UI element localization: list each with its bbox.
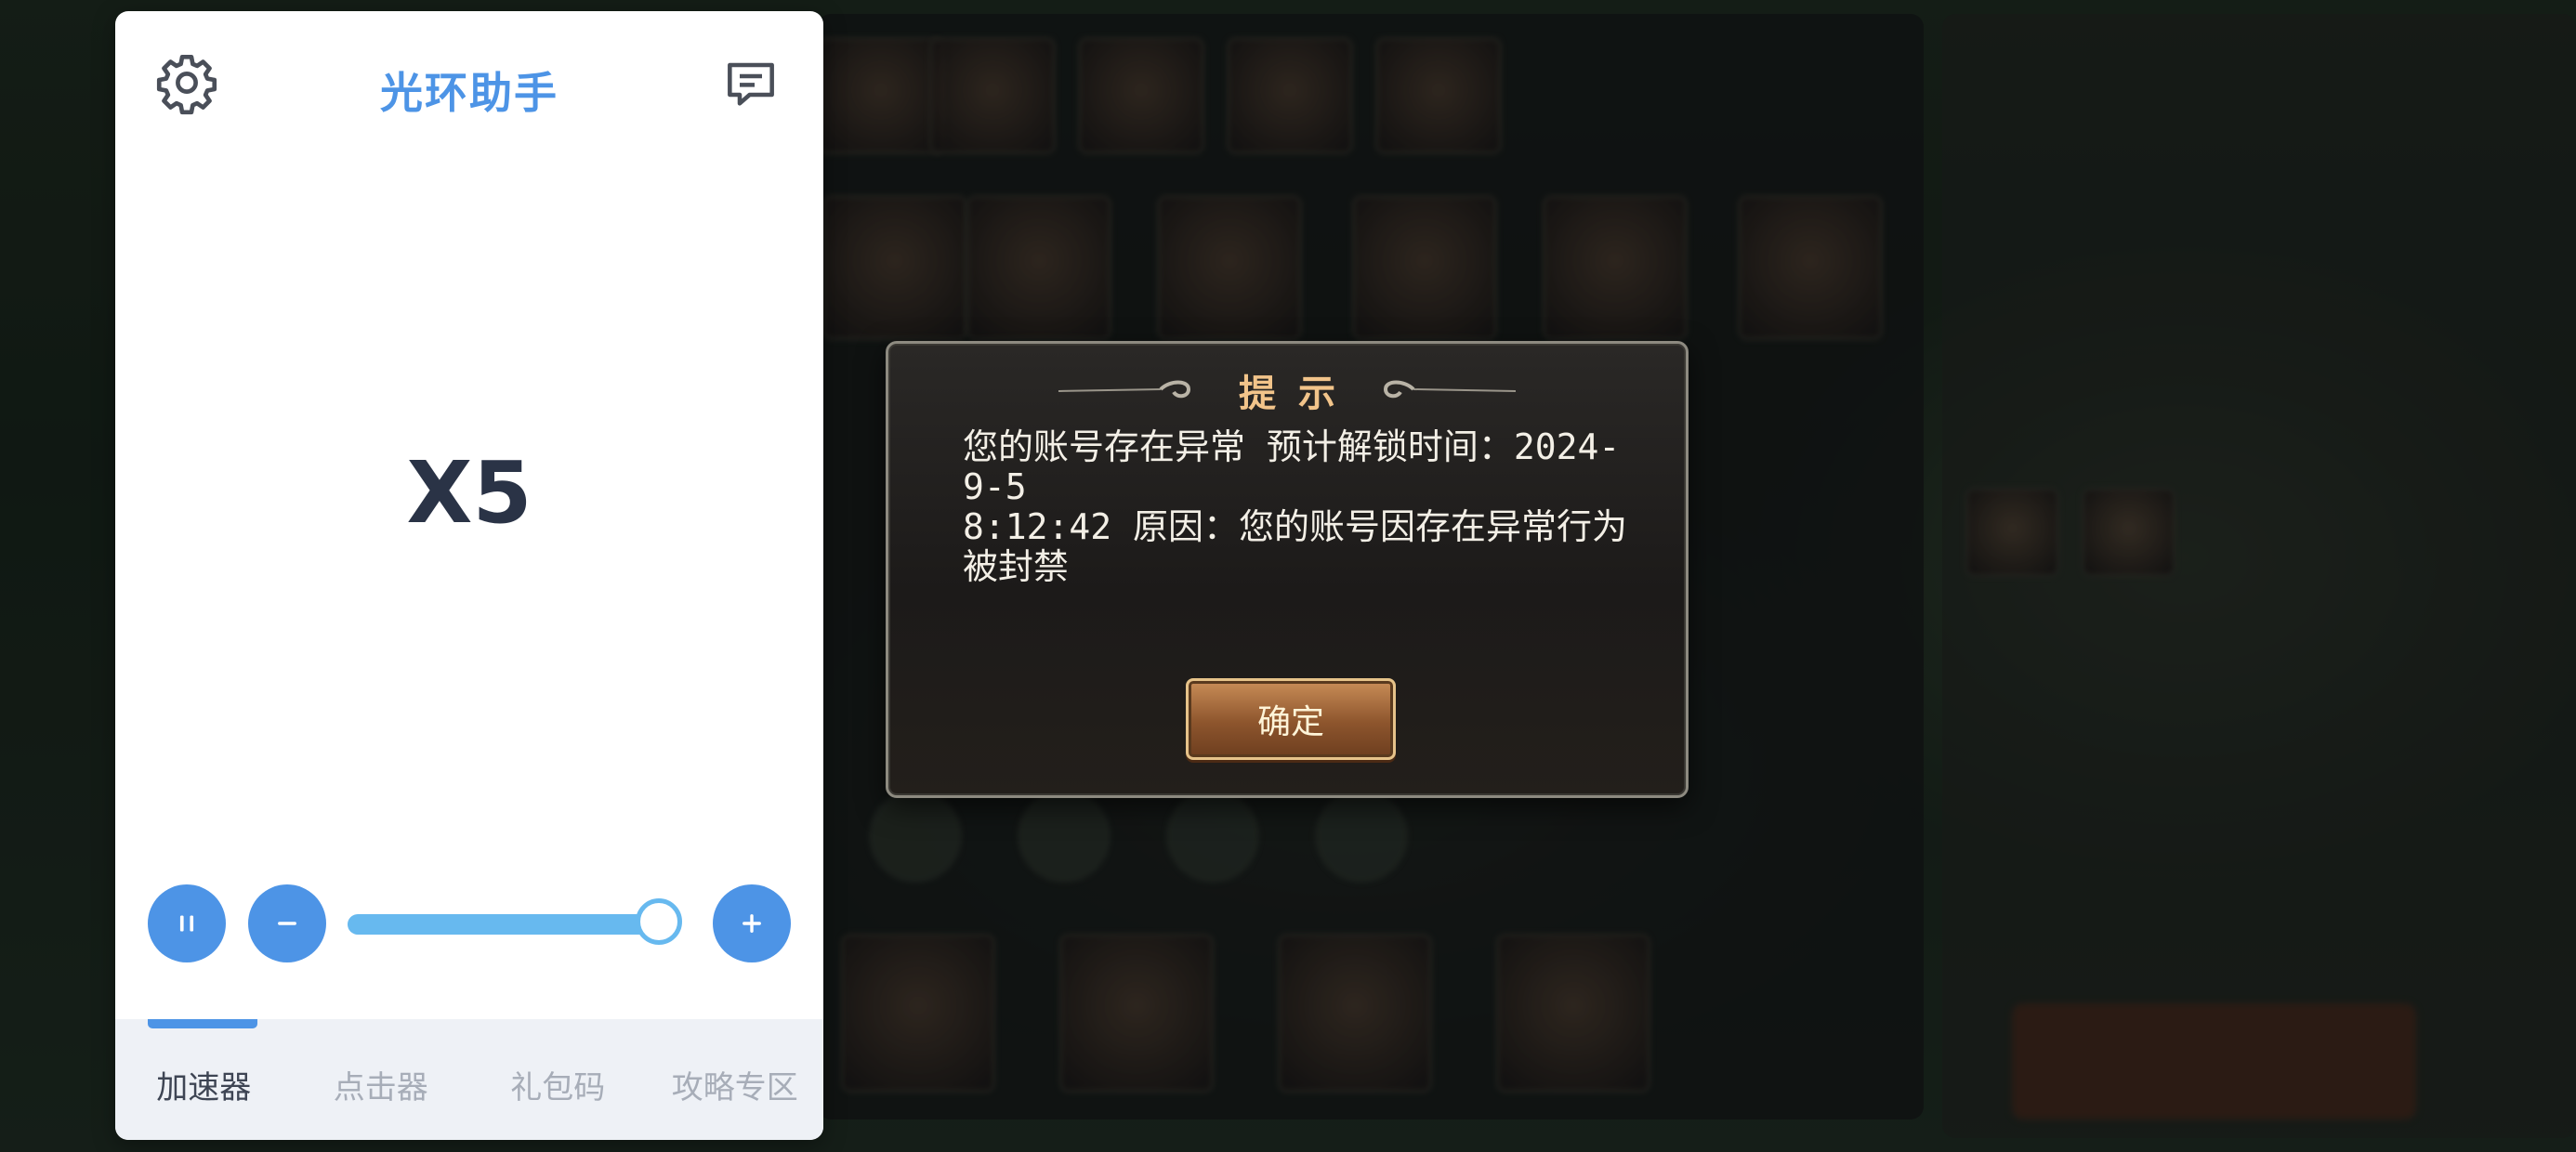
title-ornament-left-icon: [1058, 380, 1191, 399]
slider-thumb[interactable]: [636, 898, 682, 945]
minus-icon: [278, 922, 296, 925]
pause-button[interactable]: [148, 884, 226, 962]
active-tab-indicator: [148, 1019, 257, 1028]
tab-bar: 加速器 点击器 礼包码 攻略专区: [115, 1019, 823, 1140]
dialog-title: 提示: [1239, 372, 1358, 415]
alert-dialog: 提示 您的账号存在异常 预计解锁时间：2024-9-5 8:12:42 原因：您…: [886, 341, 1689, 798]
app-title: 光环助手: [380, 68, 559, 118]
dialog-message: 您的账号存在异常 预计解锁时间：2024-9-5 8:12:42 原因：您的账号…: [963, 426, 1628, 587]
dialog-title-row: 提示: [888, 362, 1686, 418]
increase-speed-button[interactable]: [713, 884, 791, 962]
tab-label: 点击器: [333, 1068, 428, 1106]
confirm-button[interactable]: 确定: [1186, 678, 1396, 760]
title-ornament-right-icon: [1383, 380, 1516, 399]
speed-multiplier: X5: [406, 443, 532, 543]
tab-clicker[interactable]: 点击器: [293, 1019, 470, 1140]
slider-track: [348, 914, 659, 935]
tab-label: 攻略专区: [671, 1068, 798, 1106]
plus-icon: [743, 914, 761, 933]
pause-icon: [179, 915, 194, 932]
assistant-panel: 光环助手 X5 加速器 点击器 礼包码 攻略专区: [115, 11, 823, 1140]
chat-bubble-icon[interactable]: [721, 54, 781, 113]
panel-header: 光环助手: [115, 11, 823, 151]
tab-accelerator[interactable]: 加速器: [115, 1019, 293, 1140]
tab-gift-code[interactable]: 礼包码: [469, 1019, 647, 1140]
decrease-speed-button[interactable]: [248, 884, 326, 962]
tab-guides[interactable]: 攻略专区: [647, 1019, 824, 1140]
tab-label: 加速器: [156, 1068, 252, 1106]
speed-slider[interactable]: [348, 896, 682, 951]
tab-label: 礼包码: [510, 1068, 606, 1106]
